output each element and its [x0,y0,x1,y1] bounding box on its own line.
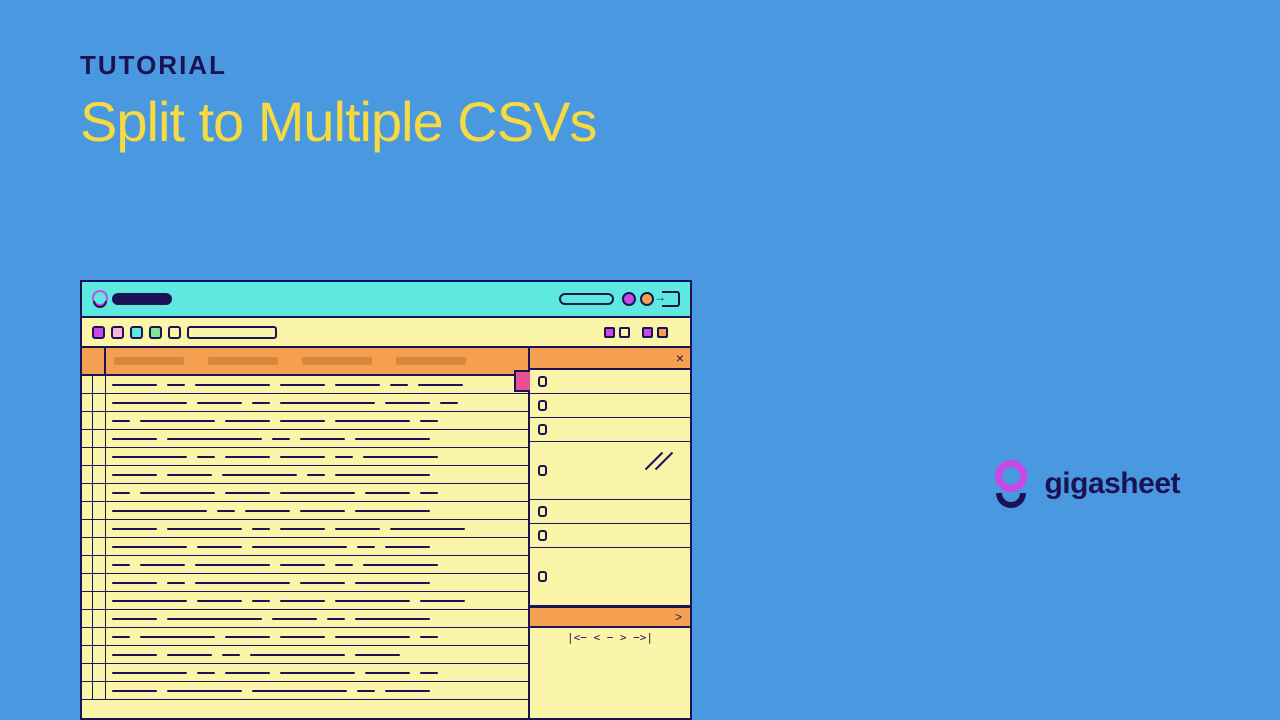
list-item[interactable] [530,418,690,442]
toolbar-field[interactable] [187,326,277,339]
table-row[interactable] [82,502,528,520]
sheet-header [82,348,528,376]
list-item[interactable] [530,370,690,394]
brand-name: gigasheet [1044,467,1180,501]
exit-icon[interactable] [662,291,680,307]
window-control-dot[interactable] [622,292,636,306]
eyebrow-text: TUTORIAL [80,50,596,81]
column-header[interactable] [208,357,278,365]
toolbar-button[interactable] [619,327,630,338]
brand-mark-icon [990,460,1032,508]
toolbar [82,318,690,348]
checkbox-icon[interactable] [538,571,547,582]
toolbar-button[interactable] [168,326,181,339]
side-panel: × > |<− < − > −>| [530,348,690,718]
list-item[interactable] [530,524,690,548]
app-window: × > |<− < − > −>| [80,280,692,720]
workarea: × > |<− < − > −>| [82,348,690,718]
table-row[interactable] [82,484,528,502]
table-row[interactable] [82,448,528,466]
column-header[interactable] [302,357,372,365]
app-logo-icon [92,290,106,308]
panel-body: > |<− < − > −>| [530,370,690,718]
hatch-icon [642,460,672,490]
row-header-corner [82,348,106,374]
table-row[interactable] [82,646,528,664]
pager[interactable]: |<− < − > −>| [530,626,690,646]
checkbox-icon[interactable] [538,424,547,435]
table-row[interactable] [82,574,528,592]
checkbox-icon[interactable] [538,465,547,476]
table-row[interactable] [82,610,528,628]
table-row[interactable] [82,430,528,448]
table-row[interactable] [82,394,528,412]
toolbar-button[interactable] [642,327,653,338]
close-icon[interactable]: × [676,350,684,366]
checkbox-icon[interactable] [538,376,547,387]
page-title: Split to Multiple CSVs [80,89,596,154]
table-row[interactable] [82,556,528,574]
toolbar-button[interactable] [149,326,162,339]
panel-footer[interactable]: > [530,606,690,626]
search-slot[interactable] [559,293,614,305]
window-titlebar [82,282,690,318]
table-row[interactable] [82,664,528,682]
column-header[interactable] [114,357,184,365]
toolbar-button[interactable] [657,327,668,338]
table-row[interactable] [82,466,528,484]
table-row[interactable] [82,592,528,610]
brand-logo: gigasheet [990,460,1180,508]
table-row[interactable] [82,682,528,700]
next-icon[interactable]: > [675,610,682,624]
toolbar-button[interactable] [604,327,615,338]
table-row[interactable] [82,628,528,646]
checkbox-icon[interactable] [538,530,547,541]
toolbar-button[interactable] [111,326,124,339]
panel-header: × [530,348,690,370]
sheet-body[interactable] [82,376,528,718]
list-item[interactable] [530,442,690,500]
column-header[interactable] [396,357,466,365]
toolbar-button[interactable] [130,326,143,339]
list-item[interactable] [530,394,690,418]
table-row[interactable] [82,538,528,556]
spreadsheet [82,348,530,718]
list-item[interactable] [530,548,690,606]
table-row[interactable] [82,520,528,538]
checkbox-icon[interactable] [538,400,547,411]
panel-tab-handle[interactable] [514,370,530,392]
toolbar-group [604,327,630,338]
toolbar-group [642,327,668,338]
table-row[interactable] [82,412,528,430]
list-item[interactable] [530,500,690,524]
toolbar-button[interactable] [92,326,105,339]
heading-block: TUTORIAL Split to Multiple CSVs [80,50,596,154]
window-control-dot[interactable] [640,292,654,306]
table-row[interactable] [82,376,528,394]
app-title-pill [112,293,172,305]
checkbox-icon[interactable] [538,506,547,517]
